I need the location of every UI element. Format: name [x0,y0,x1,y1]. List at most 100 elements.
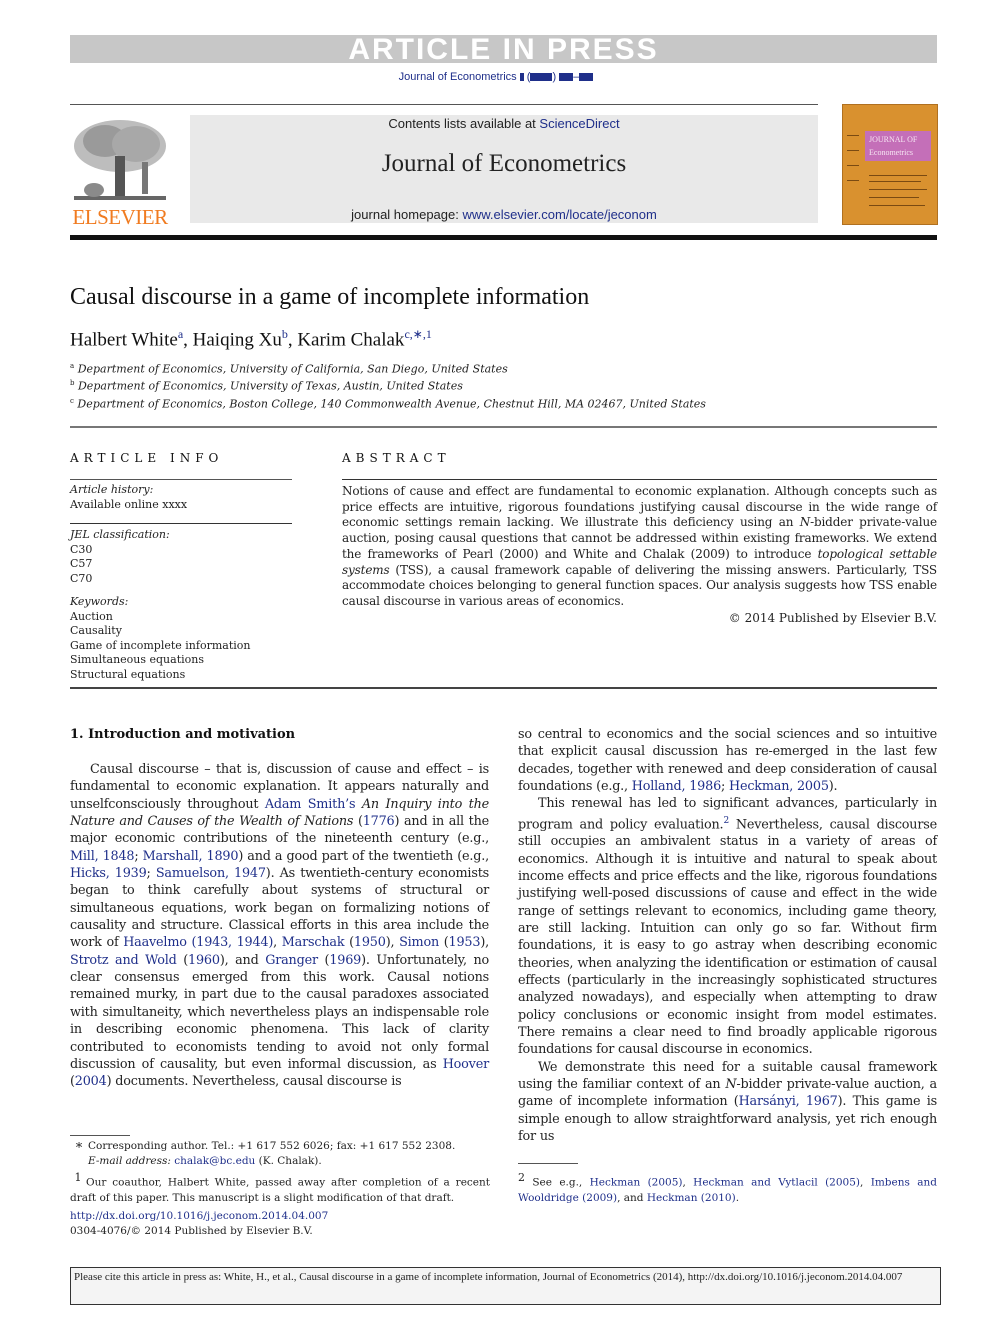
author-affil-mark[interactable]: b [282,327,288,341]
author-affil-mark[interactable]: c,∗,1 [404,327,431,341]
text: ; [721,779,729,795]
citation-link[interactable]: Harsányi, 1967 [739,1094,838,1109]
top-divider [70,104,818,105]
cover-toc-line [869,197,919,198]
abstract-copyright: © 2014 Published by Elsevier B.V. [728,611,937,625]
citation-link[interactable]: 1953 [449,935,481,950]
keyword: Structural equations [70,667,186,681]
citation-link[interactable]: Hicks, 1939 [70,866,147,881]
footnote-mark: 1 [74,1171,82,1184]
affiliation-mark: c [70,397,74,405]
text: , and [617,1191,647,1204]
jel-label: JEL classification: [70,528,170,541]
author-list: Halbert Whitea, Haiqing Xub, Karim Chala… [70,327,432,351]
affiliation: c Department of Economics, Boston Colleg… [70,397,706,411]
cover-title-box: JOURNAL OF Econometrics [865,131,931,161]
homepage-line: journal homepage: www.elsevier.com/locat… [190,207,818,222]
citation-link[interactable]: 1776 [363,814,395,829]
email-link[interactable]: chalak@bc.edu [174,1155,255,1167]
citation-link[interactable]: Hoover [443,1057,489,1072]
affiliation-mark: a [70,362,75,370]
footnote-mark: ∗ [74,1138,84,1153]
paragraph: Causal discourse – that is, discussion o… [70,761,489,1091]
page-start-placeholder [559,73,574,82]
math-var: N [725,1077,737,1093]
citation-link[interactable]: 1969 [329,953,361,968]
author-name: Halbert White [70,329,178,351]
citation-link[interactable]: Adam Smith’s [265,797,356,812]
elsevier-wordmark: ELSEVIER [72,205,168,229]
journal-ref-name: Journal of Econometrics [398,71,517,83]
cover-side-line [847,180,859,181]
issn-text: 0304-4076/© 2014 Published by Elsevier B… [70,1225,313,1237]
citation-link[interactable]: Simon [399,935,439,950]
cover-title-line2: Econometrics [869,148,913,157]
author-affil-mark[interactable]: a [178,327,183,341]
journal-homepage-link[interactable]: www.elsevier.com/locate/jeconom [462,207,656,222]
sciencedirect-link[interactable]: ScienceDirect [539,116,619,131]
text: See e.g., [525,1176,590,1189]
author-name: Haiqing Xu [192,329,282,351]
text: ( [353,814,363,830]
affiliation: b Department of Economics, University of… [70,379,463,393]
jel-classification: JEL classification: C30 C57 C70 [70,528,170,586]
footnote-corresponding: ∗ Corresponding author. Tel.: +1 617 552 … [70,1138,490,1169]
citation-link[interactable]: Strotz and Wold [70,953,177,968]
keyword: Auction [70,609,113,623]
text: , [682,1176,694,1189]
citation-link[interactable]: 1960 [188,953,220,968]
affiliation-mark: b [70,379,75,387]
affiliation-text: Department of Economics, University of T… [77,379,463,393]
divider [70,479,292,480]
citation-link[interactable]: Marshall, 1890 [143,849,239,864]
citation-link[interactable]: Samuelson, 1947 [156,866,266,881]
text: ) documents. Nevertheless, causal discou… [106,1074,402,1090]
text: ; [134,848,143,864]
text: Nevertheless, causal discourse still occ… [518,816,937,1058]
cover-title-line1: JOURNAL OF [869,135,918,144]
cover-toc-line [869,205,925,206]
divider [342,479,937,480]
affiliation-text: Department of Economics, University of C… [77,362,508,376]
email-label: E-mail address: [88,1155,175,1167]
citation-link[interactable]: Heckman and Vytlacil (2005) [693,1177,860,1189]
homepage-prefix: journal homepage: [351,207,463,222]
citation-link[interactable]: Granger [265,953,318,968]
divider [70,687,937,689]
cover-side-line [847,135,859,136]
abstract-text: Notions of cause and effect are fundamen… [342,484,937,610]
citation-link[interactable]: Mill, 1848 [70,849,135,864]
doi-link[interactable]: http://dx.doi.org/10.1016/j.jeconom.2014… [70,1210,328,1222]
text: ), and [219,952,266,968]
journal-cover-thumbnail: JOURNAL OF Econometrics [842,104,938,225]
article-history: Article history: Available online xxxx [70,483,187,512]
citation-link[interactable]: Heckman (2010) [647,1192,736,1204]
citation-link[interactable]: Heckman (2005) [590,1177,683,1189]
citation-notice-box: Please cite this article in press as: Wh… [70,1267,941,1305]
affiliation-text: Department of Economics, Boston College,… [77,397,706,411]
cover-side-line [847,165,859,166]
jel-code: C30 [70,542,93,556]
divider [70,523,292,524]
text: . [735,1191,740,1204]
footnote-mark: 2 [518,1171,525,1184]
author-name: Karim Chalak [297,329,405,351]
citation-link[interactable]: 2004 [75,1074,107,1089]
contents-line: Contents lists available at ScienceDirec… [190,116,818,131]
citation-link[interactable]: Holland, 1986 [632,779,721,794]
citation-link[interactable]: Haavelmo (1943, 1944) [123,935,273,950]
year-placeholder [530,73,553,82]
body-column-right: so central to economics and the social s… [518,726,937,1146]
history-label: Article history: [70,483,154,496]
abstract-heading: ABSTRACT [342,451,451,465]
footnote-1: 1 Our coauthor, Halbert White, passed awa… [70,1170,490,1206]
citation-link[interactable]: Marschak [282,935,345,950]
volume-placeholder [519,73,524,82]
footnote-text: Corresponding author. Tel.: +1 617 552 6… [88,1140,456,1152]
body-column-left: Causal discourse – that is, discussion o… [70,761,489,1091]
citation-link[interactable]: Heckman, 2005 [729,779,829,794]
article-in-press-banner: ARTICLE IN PRESS [70,35,937,65]
citation-link[interactable]: 1950 [354,935,386,950]
text: ( [344,935,354,951]
text: ). [828,779,838,795]
